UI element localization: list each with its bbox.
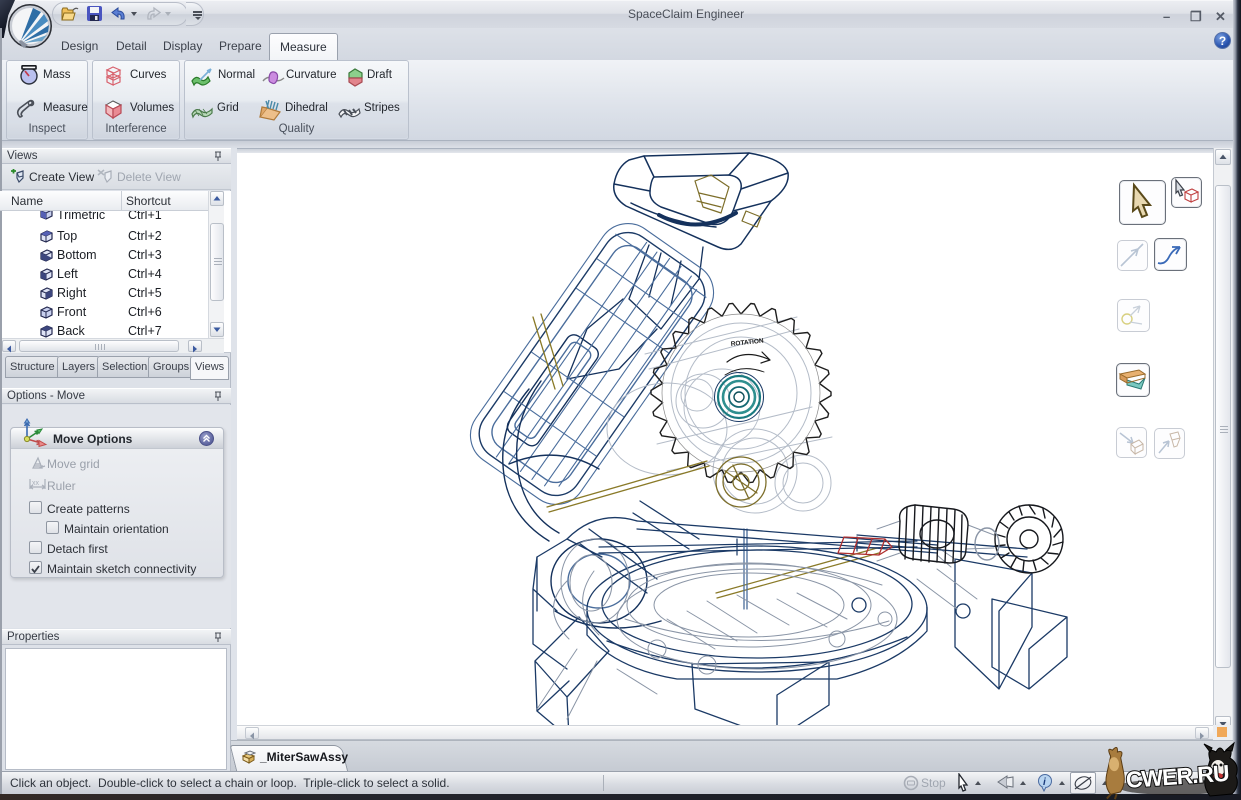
svg-text:xx: xx xyxy=(32,480,40,487)
svg-text:ROTATION: ROTATION xyxy=(730,338,764,348)
svg-text:i: i xyxy=(1043,777,1046,788)
